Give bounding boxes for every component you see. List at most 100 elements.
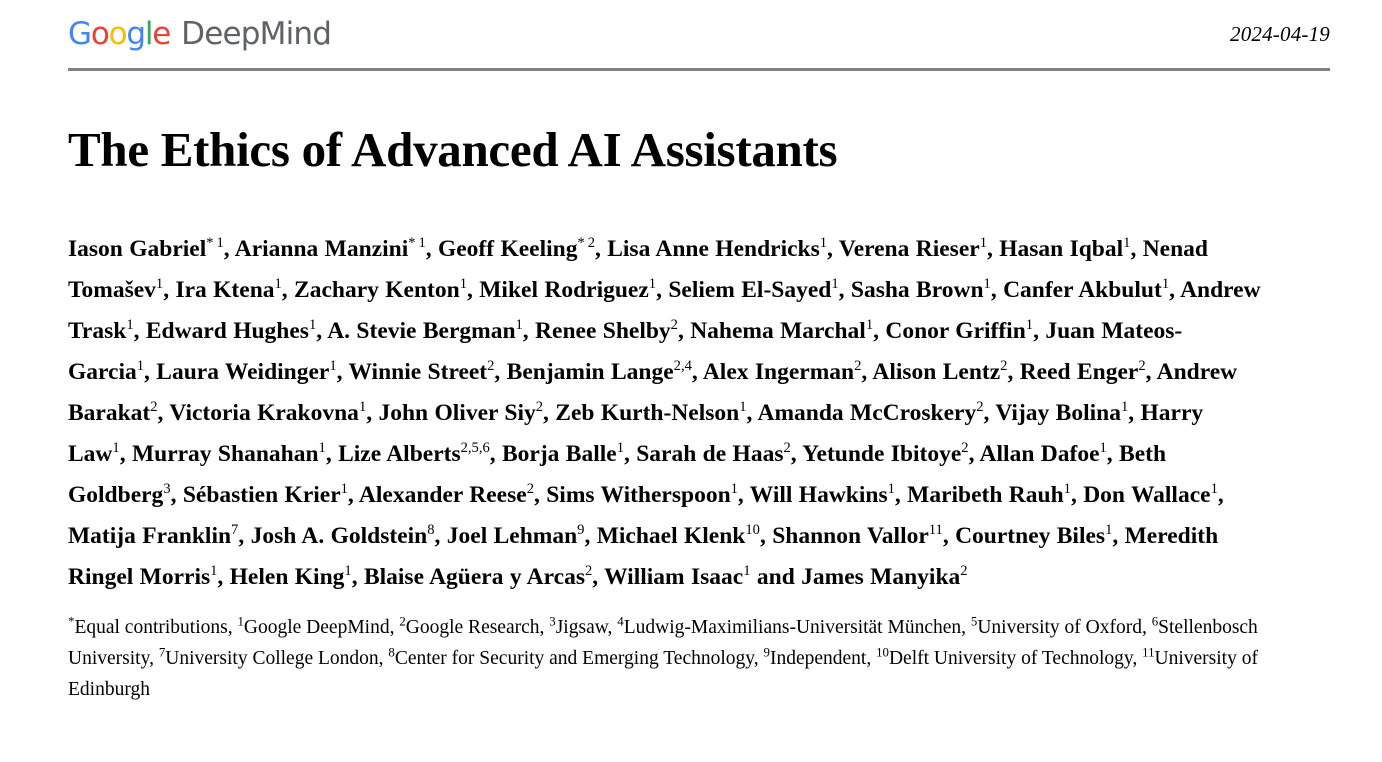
author-affiliation-marker: 1 <box>739 399 747 416</box>
author-name: Matija Franklin <box>68 522 232 549</box>
author-entry: Lisa Anne Hendricks1 <box>607 236 827 262</box>
author-affiliation-marker: 2 <box>960 563 968 580</box>
author-separator: , <box>494 358 507 385</box>
author-name: Shannon Vallor <box>772 522 929 549</box>
author-entry: A. Stevie Bergman1 <box>327 318 523 344</box>
author-affiliation-marker: 1 <box>730 481 738 498</box>
author-entry: Winnie Street2 <box>348 359 494 385</box>
author-entry: Courtney Biles1 <box>955 523 1112 549</box>
author-separator: , <box>1112 522 1125 549</box>
author-entry: Vijay Bolina1 <box>995 400 1128 426</box>
footnote-affiliation-name: Google DeepMind <box>243 616 390 638</box>
author-affiliation-marker: 8 <box>427 522 435 539</box>
author-name: Canfer Akbulut <box>1003 276 1162 303</box>
author-name: Conor Griffin <box>885 317 1026 344</box>
author-entry: Edward Hughes1 <box>146 318 316 344</box>
author-entry: Murray Shanahan1 <box>132 441 326 467</box>
author-name: Sasha Brown <box>850 276 984 303</box>
footnote-separator: , <box>866 647 877 669</box>
author-entry: Arianna Manzini* 1 <box>235 236 426 262</box>
author-entry: Alexander Reese2 <box>359 482 534 508</box>
author-entry: Sarah de Haas2 <box>636 441 791 467</box>
author-separator: , <box>968 440 980 467</box>
author-affiliation-marker: 2 <box>783 440 791 457</box>
footnote-separator: , <box>389 616 400 638</box>
author-separator: , <box>1128 399 1141 426</box>
author-name: Benjamin Lange <box>506 358 674 385</box>
author-name: Victoria Krakovna <box>169 399 359 426</box>
author-separator: , <box>238 522 251 549</box>
author-separator: , <box>746 399 758 426</box>
author-affiliation-marker: 1 <box>318 440 326 457</box>
author-name: Borja Balle <box>501 440 617 467</box>
author-affiliation-marker: 1 <box>819 235 828 252</box>
author-entry: Joel Lehman9 <box>447 523 585 549</box>
author-entry: Canfer Akbulut1 <box>1003 277 1169 303</box>
author-separator: , <box>170 481 183 508</box>
author-affiliation-marker: 1 <box>616 440 624 457</box>
author-separator: , <box>489 440 502 467</box>
author-name: Sims Witherspoon <box>546 481 731 508</box>
author-affiliation-marker: 1 <box>126 317 134 334</box>
author-entry: Michael Klenk10 <box>597 523 760 549</box>
author-entry: Mikel Rodriguez1 <box>479 277 656 303</box>
author-separator: , <box>584 522 597 549</box>
author-separator: , <box>133 317 146 344</box>
author-entry: Josh A. Goldstein8 <box>251 523 435 549</box>
author-affiliation-marker: 3 <box>163 481 171 498</box>
author-name: Murray Shanahan <box>131 440 319 467</box>
author-affiliation-marker: 2 <box>150 399 158 416</box>
author-affiliation-marker: 1 <box>418 235 426 252</box>
author-separator: , <box>1145 358 1157 385</box>
footnote-affiliation-name: Delft University of Technology <box>888 647 1133 669</box>
author-affiliation-marker: 1 <box>1025 317 1034 334</box>
author-affiliation-marker: 1 <box>1099 440 1107 457</box>
author-affiliation-marker: 1 <box>1210 481 1218 498</box>
author-entry: Reed Enger2 <box>1020 359 1146 385</box>
author-name: Mikel Rodriguez <box>479 276 649 303</box>
author-equal-contribution-marker: * <box>408 235 419 252</box>
author-separator: , <box>466 276 480 303</box>
author-separator: , <box>157 399 170 426</box>
author-separator: , <box>691 358 703 385</box>
author-entry: Benjamin Lange2,4 <box>507 359 692 385</box>
author-entry: Victoria Krakovna1 <box>169 400 366 426</box>
author-affiliation-marker: 2,5,6 <box>460 440 490 457</box>
author-name: Alison Lentz <box>872 358 1001 385</box>
author-equal-contribution-marker: * <box>206 235 217 252</box>
author-equal-contribution-marker: * <box>577 235 588 252</box>
author-separator: , <box>592 563 605 590</box>
author-name: Michael Klenk <box>596 522 746 549</box>
author-separator: , <box>656 276 669 303</box>
author-separator: , <box>873 317 886 344</box>
author-affiliation-marker: 11 <box>928 522 943 539</box>
author-affiliation-marker: 2 <box>1138 358 1146 375</box>
author-affiliation-marker: 10 <box>745 522 760 539</box>
author-affiliation-marker: 2 <box>587 235 595 252</box>
author-affiliation-marker: 1 <box>979 235 987 252</box>
footnote-affiliation-name: Center for Security and Emerging Technol… <box>394 647 754 669</box>
author-entry: Zachary Kenton1 <box>294 277 467 303</box>
author-entry: Will Hawkins1 <box>750 482 895 508</box>
paper-page: Google DeepMind 2024-04-19 The Ethics of… <box>0 0 1382 762</box>
author-name: Lize Alberts <box>338 440 461 467</box>
author-entry: Hasan Iqbal1 <box>999 236 1130 262</box>
author-name: Arianna Manzini <box>234 235 409 262</box>
author-name: Zachary Kenton <box>294 276 460 303</box>
author-separator: , <box>1130 235 1143 262</box>
author-entry: Allan Dafoe1 <box>980 441 1107 467</box>
author-name: Will Hawkins <box>749 481 888 508</box>
author-name: Blaise Agüera y Arcas <box>363 563 585 590</box>
footnote-separator: , <box>1141 616 1152 638</box>
author-affiliation-marker: 2,4 <box>673 358 692 375</box>
author-affiliation-marker: 1 <box>136 358 145 375</box>
author-entry: Maribeth Rauh1 <box>907 482 1071 508</box>
author-separator: , <box>1007 358 1020 385</box>
author-separator: , <box>223 235 235 262</box>
footnote-affiliation-name: Google Research <box>405 616 540 638</box>
footnote-affiliation-name: Independent <box>769 647 867 669</box>
author-name: Ira Ktena <box>175 276 275 303</box>
author-entry: Amanda McCroskery2 <box>757 400 983 426</box>
author-separator: , <box>425 235 438 262</box>
author-separator: , <box>119 440 132 467</box>
